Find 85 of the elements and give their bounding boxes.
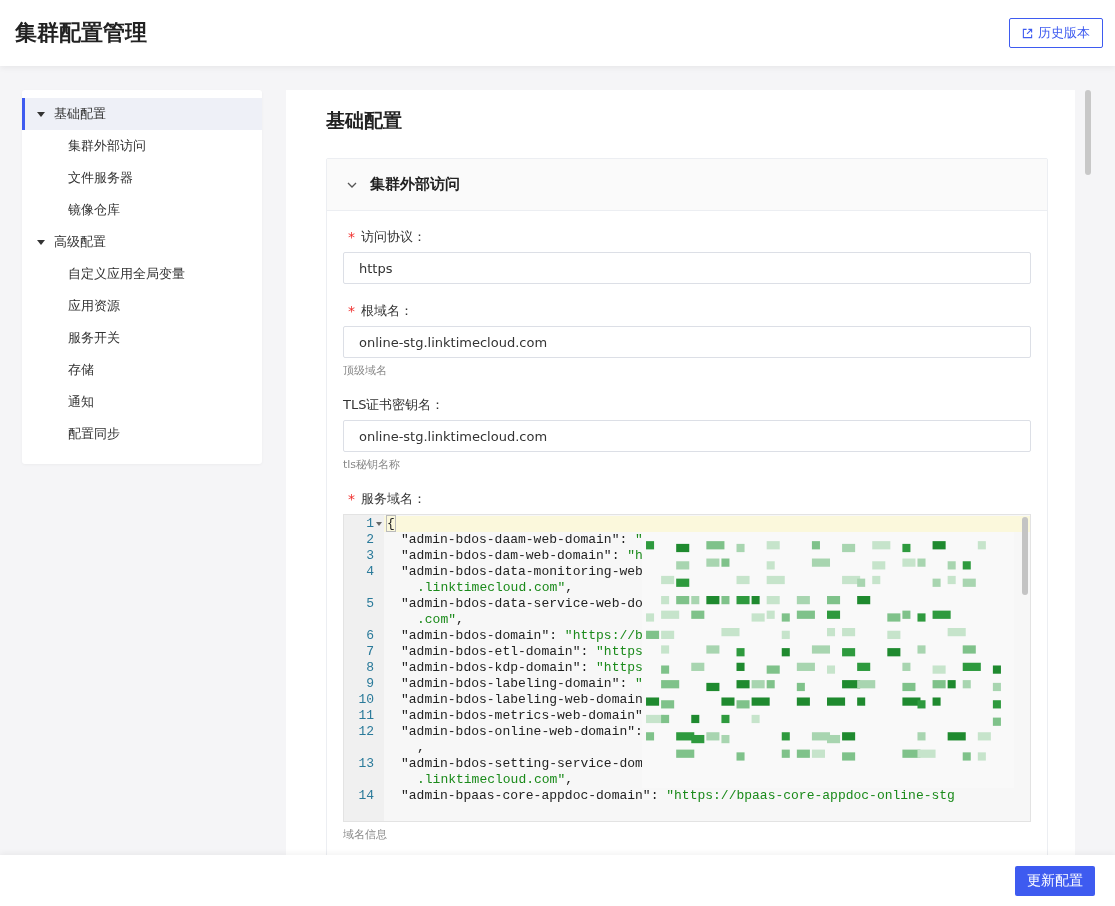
caret-icon <box>37 111 45 117</box>
tree-item[interactable]: 文件服务器 <box>22 162 262 194</box>
input-field[interactable]: online-stg.linktimecloud.com <box>343 326 1031 358</box>
help-text: tls秘钥名称 <box>343 457 402 472</box>
code-text: : <box>619 532 629 547</box>
code-editor[interactable] <box>343 514 1031 822</box>
page-title: 集群配置管理 <box>15 19 147 47</box>
code-string: "https://bpaas-core-appdoc-online-stg <box>666 788 955 803</box>
code-text: , <box>565 772 574 787</box>
code-string: "https <box>596 644 643 659</box>
tree-item[interactable]: 通知 <box>22 386 262 418</box>
code-text: "admin-bdos-metrics-web-domain" <box>401 708 643 723</box>
tree-item[interactable]: 存储 <box>22 354 262 386</box>
code-text: , <box>417 740 425 755</box>
line-number: 9 <box>366 676 374 692</box>
code-text: "admin-bdos-data-monitoring-web <box>401 564 643 579</box>
code-text: { <box>387 516 395 531</box>
code-string: .linktimecloud.com" <box>417 772 566 787</box>
line-number: 11 <box>358 708 374 724</box>
tree-item[interactable]: 自定义应用全局变量 <box>22 258 262 290</box>
help-text: 顶级域名 <box>343 363 388 378</box>
code-string: .linktimecloud.com" <box>417 580 566 595</box>
code-string: "h <box>627 548 643 563</box>
scrollbar[interactable] <box>1022 517 1028 595</box>
code-text: : <box>580 660 590 675</box>
tree-item[interactable]: 配置同步 <box>22 418 262 450</box>
code-text: : <box>619 676 629 691</box>
line-number: 2 <box>366 532 374 548</box>
code-text: "admin-bpaas-core-appdoc-domain" <box>401 788 651 803</box>
external-link-icon <box>1022 27 1033 39</box>
required-mark: * <box>348 303 355 319</box>
code-string: " <box>635 676 643 691</box>
required-mark: * <box>348 229 355 245</box>
field-label: 服务域名： <box>361 490 426 508</box>
code-text: "admin-bdos-labeling-web-domain <box>401 692 643 707</box>
code-text: "admin-bdos-domain" <box>401 628 550 643</box>
line-number: 14 <box>358 788 374 804</box>
line-number: 5 <box>366 596 374 612</box>
field-label: TLS证书密钥名： <box>343 396 445 414</box>
input-field[interactable]: online-stg.linktimecloud.com <box>343 420 1031 452</box>
code-text: , <box>565 580 574 595</box>
line-number: 7 <box>366 644 374 660</box>
line-number: 12 <box>358 724 374 740</box>
required-mark: * <box>348 491 355 507</box>
line-number: 8 <box>366 660 374 676</box>
line-number: 13 <box>358 756 374 772</box>
tree-item[interactable]: 服务开关 <box>22 322 262 354</box>
line-number: 3 <box>366 548 374 564</box>
line-number: 10 <box>358 692 374 708</box>
caret-icon <box>37 239 45 245</box>
code-text: , <box>456 612 464 627</box>
line-number: 6 <box>366 628 374 644</box>
code-text: "admin-bdos-online-web-domain" <box>401 724 636 739</box>
code-string: "https://b <box>564 628 643 643</box>
section-title: 基础配置 <box>326 108 403 133</box>
code-text: "admin-bdos-daam-web-domain" <box>401 532 620 547</box>
history-button[interactable]: 历史版本 <box>1009 18 1103 48</box>
help-text: 域名信息 <box>343 827 388 842</box>
code-text: "admin-bdos-data-service-web-do <box>401 596 643 611</box>
code-text: "admin-bdos-setting-service-dom <box>401 756 643 771</box>
update-config-button[interactable]: 更新配置 <box>1015 865 1095 896</box>
code-text: "admin-bdos-labeling-domain" <box>401 676 620 691</box>
panel-header[interactable]: 集群外部访问 <box>327 159 1047 211</box>
line-number: 1 <box>366 516 374 532</box>
tree-item[interactable]: 集群外部访问 <box>22 130 262 162</box>
code-text: : <box>635 724 643 739</box>
input-field[interactable]: https <box>343 252 1031 284</box>
field-label: 根域名： <box>361 302 413 320</box>
tree-item[interactable]: 基础配置 <box>22 98 262 130</box>
code-text: "admin-bdos-kdp-domain" <box>401 660 581 675</box>
code-string: .com" <box>417 612 456 627</box>
code-text: : <box>650 788 660 803</box>
code-text: "admin-bdos-dam-web-domain" <box>401 548 612 563</box>
code-text: "admin-bdos-etl-domain" <box>401 644 581 659</box>
tree-item[interactable]: 应用资源 <box>22 290 262 322</box>
code-text: : <box>611 548 621 563</box>
code-text: : <box>549 628 559 643</box>
code-string: "https <box>596 660 643 675</box>
tree-item[interactable]: 镜像仓库 <box>22 194 262 226</box>
tree-item[interactable]: 高级配置 <box>22 226 262 258</box>
field-label: 访问协议： <box>361 228 426 246</box>
code-text: : <box>580 644 590 659</box>
line-number: 4 <box>366 564 374 580</box>
scrollbar[interactable] <box>1085 90 1091 175</box>
code-string: " <box>635 532 643 547</box>
